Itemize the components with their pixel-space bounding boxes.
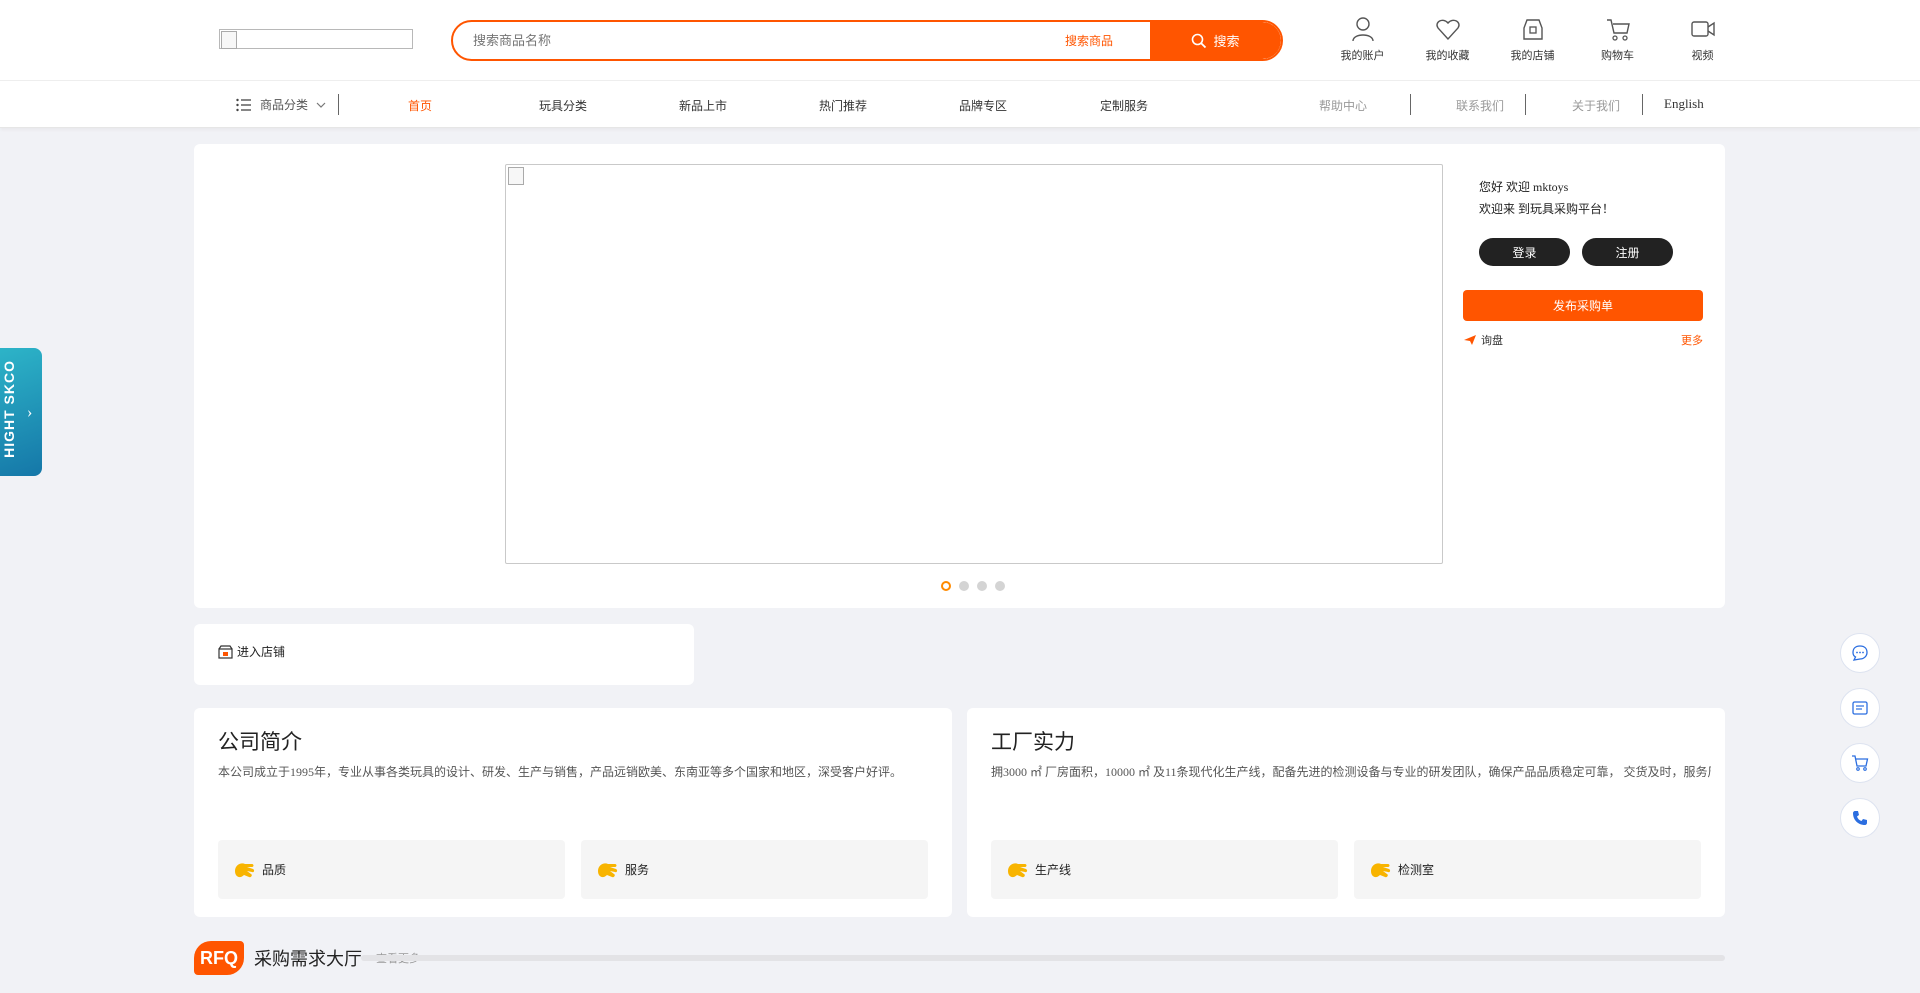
feature-item: 检测室 (1354, 840, 1701, 899)
cart-icon (1852, 755, 1869, 771)
publish-rfq-button[interactable]: 发布采购单 (1463, 290, 1703, 321)
heart-icon (1435, 19, 1460, 41)
favorites-link[interactable]: 我的收藏 (1405, 16, 1490, 63)
message-icon (1852, 701, 1868, 715)
phone-button[interactable] (1840, 798, 1880, 838)
hand-icon (598, 862, 618, 877)
nav-item-contact[interactable]: 联系我们 (1456, 97, 1504, 114)
chat-icon (1852, 645, 1868, 661)
factory-info-desc: 拥3000 ㎡ 厂房面积，10000 ㎡ 及11条现代化生产线，配备先进的检测设… (991, 765, 1711, 779)
cart-icon (1606, 19, 1630, 41)
greeting: 您好 欢迎 mktoys (1479, 180, 1569, 194)
feature-label: 服务 (625, 863, 650, 877)
shop-icon (218, 644, 233, 659)
cart-label: 购物车 (1601, 50, 1634, 62)
carousel-dot[interactable] (995, 581, 1005, 591)
company-info-title: 公司简介 (218, 730, 302, 754)
search-input[interactable] (473, 22, 973, 59)
nav-divider (338, 94, 339, 115)
carousel-dot[interactable] (977, 581, 987, 591)
feature-item: 品质 (218, 840, 565, 899)
side-badge-text: HIGHT SKCO (1, 360, 17, 458)
nav-item-about[interactable]: 关于我们 (1572, 97, 1620, 114)
banner-image[interactable] (505, 164, 1443, 564)
enter-store-label: 进入店铺 (237, 645, 286, 659)
login-button[interactable]: 登录 (1479, 238, 1570, 266)
side-badge[interactable]: HIGHT SKCO › (0, 348, 42, 476)
rfq-logo: RFQ (194, 941, 244, 975)
nav-item-new[interactable]: 新品上市 (679, 97, 727, 114)
search-button[interactable]: 搜索 (1150, 22, 1281, 59)
chat-button[interactable] (1840, 633, 1880, 673)
feature-label: 生产线 (1035, 863, 1072, 877)
enter-store-link[interactable]: 进入店铺 (218, 643, 285, 660)
chevron-right-icon: › (27, 404, 33, 421)
cart-link[interactable]: 购物车 (1575, 16, 1660, 63)
favorites-label: 我的收藏 (1425, 50, 1470, 62)
video-label: 视频 (1691, 50, 1714, 62)
store-link[interactable]: 我的店铺 (1490, 16, 1575, 63)
rfq-title: 采购需求大厅 (254, 949, 362, 969)
search-bar: 搜索商品 搜索 (451, 20, 1283, 61)
nav-item-custom[interactable]: 定制服务 (1100, 97, 1148, 114)
message-button[interactable] (1840, 688, 1880, 728)
welcome-text: 您好 欢迎 mktoys 欢迎来 到玩具采购平台！ (1479, 176, 1614, 220)
feature-item: 生产线 (991, 840, 1338, 899)
phone-icon (1853, 811, 1867, 825)
post-row: 询盘 更多 (1463, 332, 1703, 348)
send-icon (1464, 335, 1476, 345)
nav-item-home[interactable]: 首页 (408, 97, 432, 114)
list-icon (236, 98, 251, 111)
site-logo[interactable] (219, 29, 413, 49)
language-switch[interactable]: English (1664, 96, 1704, 112)
account-label: 我的账户 (1340, 50, 1385, 62)
factory-info-card: 工厂实力 拥3000 ㎡ 厂房面积，10000 ㎡ 及11条现代化生产线，配备先… (967, 708, 1725, 917)
nav-item-help[interactable]: 帮助中心 (1319, 97, 1367, 114)
carousel-dot[interactable] (941, 581, 951, 591)
store-label: 我的店铺 (1510, 50, 1555, 62)
feature-label: 品质 (262, 863, 287, 877)
company-info-desc: 本公司成立于1995年，专业从事各类玩具的设计、研发、生产与销售，产品远销欧美、… (218, 765, 903, 779)
header-icons: 我的账户 我的收藏 我的店铺 购物车 视频 (1320, 16, 1745, 63)
nav-divider (1410, 94, 1411, 115)
inquiry-link[interactable]: 询盘 (1463, 332, 1503, 348)
nav-item-hot[interactable]: 热门推荐 (819, 97, 867, 114)
search-button-label: 搜索 (1213, 34, 1240, 49)
nav-divider (1642, 94, 1643, 115)
company-info-card: 公司简介 本公司成立于1995年，专业从事各类玩具的设计、研发、生产与销售，产品… (194, 708, 952, 917)
hand-icon (235, 862, 255, 877)
nav-item-brands[interactable]: 品牌专区 (959, 97, 1007, 114)
carousel-dot[interactable] (959, 581, 969, 591)
inquiry-label: 询盘 (1481, 335, 1503, 347)
rfq-scroll-bar[interactable] (361, 955, 1725, 961)
feature-label: 检测室 (1398, 863, 1435, 877)
factory-info-title: 工厂实力 (991, 730, 1075, 754)
more-link[interactable]: 更多 (1681, 332, 1703, 348)
nav-divider (1525, 94, 1526, 115)
greeting-subtitle: 欢迎来 到玩具采购平台！ (1479, 202, 1615, 216)
search-icon (1192, 33, 1207, 48)
video-icon (1690, 21, 1715, 37)
chevron-down-icon (316, 102, 326, 108)
carousel-dots (941, 581, 1005, 591)
header: 搜索商品 搜索 我的账户 我的收藏 我的店铺 购物车 视频 (0, 0, 1920, 81)
video-link[interactable]: 视频 (1660, 16, 1745, 63)
hand-icon (1371, 862, 1391, 877)
feature-item: 服务 (581, 840, 928, 899)
search-category-select[interactable]: 搜索商品 (1065, 32, 1113, 49)
register-button[interactable]: 注册 (1582, 238, 1673, 266)
user-icon (1351, 17, 1374, 42)
category-menu[interactable]: 商品分类 (236, 96, 326, 113)
store-card: 进入店铺 (194, 624, 694, 685)
main-nav: 商品分类 首页 玩具分类 新品上市 热门推荐 品牌专区 定制服务 帮助中心 联系… (0, 81, 1920, 128)
store-icon (1522, 19, 1543, 40)
hand-icon (1008, 862, 1028, 877)
cart-float-button[interactable] (1840, 743, 1880, 783)
category-menu-label: 商品分类 (260, 98, 309, 112)
account-link[interactable]: 我的账户 (1320, 16, 1405, 63)
nav-item-categories[interactable]: 玩具分类 (539, 97, 587, 114)
